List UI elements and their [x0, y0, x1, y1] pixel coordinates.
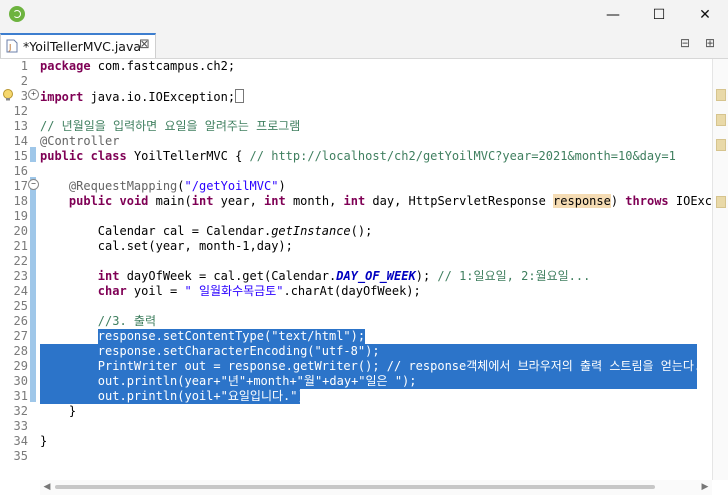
code-line[interactable]: @Controller	[40, 134, 119, 149]
line-number: 29	[13, 359, 28, 373]
line-number: 19	[13, 209, 28, 223]
tab-yoiltellermvc[interactable]: J *YoilTellerMVC.java ⊠	[0, 33, 156, 58]
line-number: 24	[13, 284, 28, 298]
window-titlebar: — ☐ ✕	[0, 0, 728, 30]
scroll-right-icon[interactable]: ▶	[698, 480, 712, 495]
code-line[interactable]: }	[40, 404, 76, 419]
code-line[interactable]: out.println(year+"년"+month+"월"+day+"일은 "…	[40, 374, 417, 389]
maximize-button[interactable]: ☐	[636, 0, 682, 30]
line-number: 21	[13, 239, 28, 253]
fold-collapse-icon[interactable]: −	[28, 179, 39, 190]
line-number: 30	[13, 374, 28, 388]
line-number: 2	[20, 74, 28, 88]
line-number: 18	[13, 194, 28, 208]
code-line[interactable]: Calendar cal = Calendar.getInstance();	[40, 224, 373, 239]
code-line[interactable]: PrintWriter out = response.getWriter(); …	[40, 359, 701, 374]
scroll-left-icon[interactable]: ◀	[40, 480, 54, 495]
code-line[interactable]: public class YoilTellerMVC { // http://l…	[40, 149, 676, 164]
code-editor[interactable]: + − 1 package com.fastcampus.ch2; 2 3 import…	[0, 59, 719, 480]
code-line[interactable]: }	[40, 434, 47, 449]
ruler-marker[interactable]	[716, 196, 726, 208]
tab-close-icon[interactable]: ⊠	[139, 37, 150, 52]
code-line[interactable]: response.setContentType("text/html");	[40, 329, 365, 344]
code-line[interactable]: cal.set(year, month-1,day);	[40, 239, 293, 254]
line-number: 34	[13, 434, 28, 448]
line-number: 22	[13, 254, 28, 268]
close-button[interactable]: ✕	[682, 0, 728, 30]
line-number: 1	[20, 59, 28, 73]
line-number: 13	[13, 119, 28, 133]
code-line[interactable]: char yoil = " 일월화수목금토".charAt(dayOfWeek)…	[40, 284, 421, 299]
svg-text:J: J	[8, 43, 11, 52]
line-number: 35	[13, 449, 28, 463]
java-file-icon: J	[6, 39, 18, 53]
code-line[interactable]: out.println(yoil+"요일입니다.");	[40, 389, 312, 404]
line-number: 26	[13, 314, 28, 328]
view-maximize-icon[interactable]: ⊞	[705, 36, 719, 50]
horizontal-scrollbar[interactable]: ◀ ▶	[40, 480, 712, 495]
code-line[interactable]: int dayOfWeek = cal.get(Calendar.DAY_OF_…	[40, 269, 591, 284]
line-number: 17	[13, 179, 28, 193]
line-number: 20	[13, 224, 28, 238]
view-minimize-icon[interactable]: ⊟	[680, 36, 694, 50]
line-number: 32	[13, 404, 28, 418]
line-number: 28	[13, 344, 28, 358]
code-line[interactable]: import java.io.IOException;	[40, 89, 245, 104]
spring-app-icon	[9, 6, 25, 22]
ruler-marker[interactable]	[716, 114, 726, 126]
code-line[interactable]: response.setCharacterEncoding("utf-8");	[40, 344, 380, 359]
change-marker	[30, 147, 36, 162]
code-line[interactable]: public void main(int year, int month, in…	[40, 194, 719, 209]
line-number: 23	[13, 269, 28, 283]
editor-tabbar: J *YoilTellerMVC.java ⊠ ⊟ ⊞	[0, 30, 728, 59]
code-line[interactable]: // 년월일을 입력하면 요일을 알려주는 프로그램	[40, 119, 300, 134]
line-number: 14	[13, 134, 28, 148]
line-number: 25	[13, 299, 28, 313]
overview-ruler[interactable]	[712, 59, 728, 480]
line-number: 31	[13, 389, 28, 403]
horizontal-scroll-thumb[interactable]	[55, 485, 655, 489]
line-number: 33	[13, 419, 28, 433]
change-marker	[30, 177, 36, 402]
tab-label: *YoilTellerMVC.java	[23, 39, 142, 54]
line-number: 3	[20, 89, 28, 103]
line-number: 12	[13, 104, 28, 118]
ruler-marker[interactable]	[716, 139, 726, 151]
line-number: 27	[13, 329, 28, 343]
fold-expand-icon[interactable]: +	[28, 89, 39, 100]
code-line[interactable]: @RequestMapping("/getYoilMVC")	[40, 179, 286, 194]
code-line[interactable]: //3. 출력	[40, 314, 156, 329]
minimize-button[interactable]: —	[590, 0, 636, 30]
line-number: 16	[13, 164, 28, 178]
ruler-marker[interactable]	[716, 89, 726, 101]
code-line[interactable]: package com.fastcampus.ch2;	[40, 59, 235, 74]
line-number: 15	[13, 149, 28, 163]
